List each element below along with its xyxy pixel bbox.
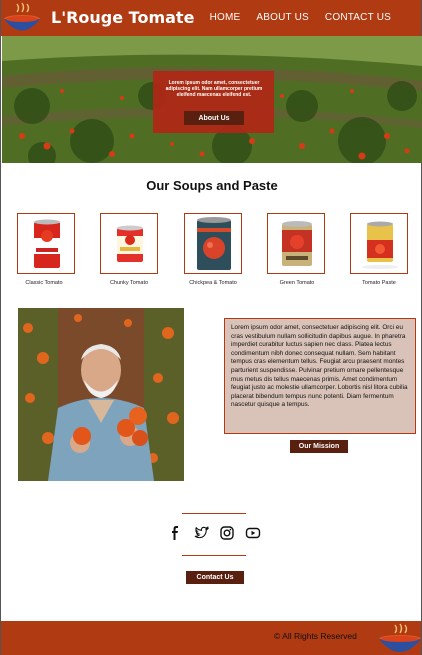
site-footer: © All Rights Reserved [1, 621, 421, 655]
youtube-icon[interactable] [245, 525, 261, 541]
instagram-icon[interactable] [219, 525, 235, 541]
mission-text-box: Lorem ipsum odor amet, consectetuer adip… [224, 318, 416, 434]
soup-bowl-footer-icon [379, 623, 421, 652]
copyright-text: © All Rights Reserved [274, 631, 357, 641]
site-header: L'Rouge Tomate HOME ABOUT US CONTACT US [1, 0, 421, 36]
hero-banner: Lorem ipsum odor amet, consectetuer adip… [2, 36, 422, 163]
nav-contact-us[interactable]: CONTACT US [325, 12, 391, 23]
tomato-paste-can-image [362, 221, 398, 269]
brand-title[interactable]: L'Rouge Tomate [51, 8, 194, 27]
soup-bowl-logo-icon[interactable] [3, 2, 41, 36]
divider-top [182, 513, 246, 514]
green-tomato-can-image [282, 221, 312, 266]
page: L'Rouge Tomate HOME ABOUT US CONTACT US [0, 0, 422, 655]
contact-us-button[interactable]: Contact Us [186, 571, 244, 584]
about-us-button[interactable]: About Us [184, 111, 244, 125]
twitter-icon[interactable] [193, 525, 210, 541]
nav-about-us[interactable]: ABOUT US [256, 12, 309, 23]
chickpea-tomato-can-image [197, 217, 231, 270]
hero-text: Lorem ipsum odor amet, consectetuer adip… [165, 80, 263, 98]
product-label-classic-tomato: Classic Tomato [25, 280, 63, 286]
social-links [167, 525, 261, 541]
classic-tomato-can-image [34, 219, 60, 268]
product-label-green-tomato: Green Tomato [279, 280, 315, 286]
facebook-icon[interactable] [167, 525, 183, 541]
farmer-image [18, 308, 184, 481]
product-label-tomato-paste: Tomato Paste [362, 280, 396, 286]
product-card-green-tomato[interactable] [267, 213, 325, 274]
nav-home[interactable]: HOME [210, 12, 241, 23]
hero-card: Lorem ipsum odor amet, consectetuer adip… [153, 71, 274, 133]
main-nav: HOME ABOUT US CONTACT US [210, 12, 391, 23]
products-title: Our Soups and Paste [146, 178, 278, 193]
divider-bottom [182, 555, 246, 556]
product-card-chickpea-tomato[interactable] [184, 213, 242, 274]
product-label-chunky-tomato: Chunky Tomato [109, 280, 149, 286]
chunky-tomato-can-image [117, 225, 143, 262]
product-card-chunky-tomato[interactable] [100, 213, 158, 274]
mission-text: Lorem ipsum odor amet, consectetuer adip… [231, 324, 408, 409]
product-card-tomato-paste[interactable] [350, 213, 408, 274]
our-mission-button[interactable]: Our Mission [290, 440, 348, 453]
product-card-classic-tomato[interactable] [17, 213, 75, 274]
product-label-chickpea-tomato: Chickpea & Tomato [189, 280, 237, 286]
